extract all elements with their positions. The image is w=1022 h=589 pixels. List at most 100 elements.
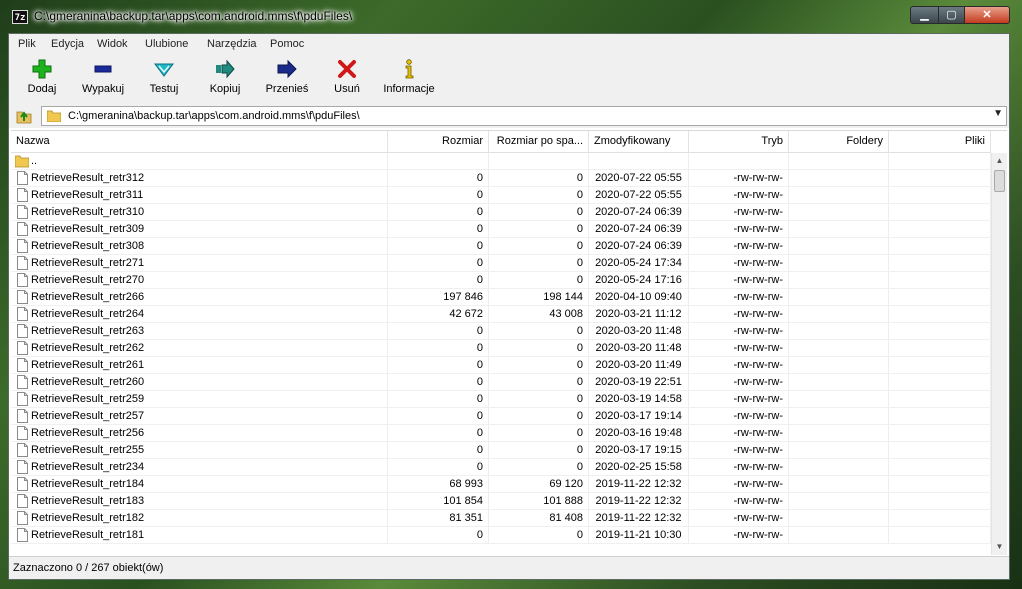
table-row[interactable]: RetrieveResult_retr271 0 0 2020-05-24 17:34… [11, 255, 991, 272]
menu-view[interactable]: Widok [97, 38, 128, 50]
file-modified: 2019-11-22 12:32 [589, 493, 689, 509]
table-row[interactable]: RetrieveResult_retr257 0 0 2020-03-17 19:14… [11, 408, 991, 425]
add-button[interactable]: Dodaj [17, 58, 67, 102]
file-icon [17, 307, 28, 321]
column-header-files[interactable]: Pliki [889, 131, 991, 152]
file-name: RetrieveResult_retr257 [31, 410, 145, 422]
column-header-folders[interactable]: Foldery [789, 131, 889, 152]
file-icon [17, 256, 28, 270]
file-files [889, 272, 991, 288]
file-files [889, 221, 991, 237]
file-files [889, 255, 991, 271]
move-arrow-icon [277, 59, 297, 79]
column-header-packed-size[interactable]: Rozmiar po spa... [489, 131, 589, 152]
file-name: RetrieveResult_retr263 [31, 325, 145, 337]
menu-favorites[interactable]: Ulubione [145, 38, 188, 50]
table-row[interactable]: RetrieveResult_retr310 0 0 2020-07-24 06:39… [11, 204, 991, 221]
move-button[interactable]: Przenieś [261, 58, 313, 102]
file-name: RetrieveResult_retr184 [31, 478, 145, 490]
file-icon [17, 443, 28, 457]
column-header-modified[interactable]: Zmodyfikowany [589, 131, 689, 152]
file-size: 0 [388, 374, 489, 390]
table-row[interactable]: RetrieveResult_retr255 0 0 2020-03-17 19:15… [11, 442, 991, 459]
scroll-down-arrow[interactable]: ▼ [992, 539, 1007, 555]
file-packed-size: 0 [489, 204, 589, 220]
file-files [889, 527, 991, 543]
minimize-button[interactable]: ▁ [910, 6, 939, 24]
info-button[interactable]: Informacje [379, 58, 439, 102]
chevron-down-icon[interactable]: ▼ [993, 108, 1003, 119]
table-row[interactable]: RetrieveResult_retr311 0 0 2020-07-22 05:55… [11, 187, 991, 204]
table-row[interactable]: RetrieveResult_retr309 0 0 2020-07-24 06:39… [11, 221, 991, 238]
file-name: RetrieveResult_retr262 [31, 342, 145, 354]
address-input[interactable]: C:\gmeranina\backup.tar\apps\com.android… [41, 106, 1007, 126]
title-bar[interactable]: 7z C:\gmeranina\backup.tar\apps\com.andr… [0, 0, 1022, 33]
file-size: 0 [388, 221, 489, 237]
table-row[interactable]: RetrieveResult_retr261 0 0 2020-03-20 11:49… [11, 357, 991, 374]
table-row[interactable]: RetrieveResult_retr308 0 0 2020-07-24 06:39… [11, 238, 991, 255]
table-row[interactable]: RetrieveResult_retr264 42 672 43 008 2020-0… [11, 306, 991, 323]
menu-file[interactable]: Plik [18, 38, 36, 50]
file-packed-size: 0 [489, 391, 589, 407]
table-row[interactable]: RetrieveResult_retr270 0 0 2020-05-24 17:16… [11, 272, 991, 289]
file-files [889, 408, 991, 424]
table-row[interactable]: RetrieveResult_retr262 0 0 2020-03-20 11:48… [11, 340, 991, 357]
column-header-attributes[interactable]: Tryb [689, 131, 789, 152]
up-folder-button[interactable] [15, 107, 33, 125]
file-modified: 2020-07-22 05:55 [589, 170, 689, 186]
file-size: 0 [388, 170, 489, 186]
table-row[interactable]: RetrieveResult_retr312 0 0 2020-07-22 05:55… [11, 170, 991, 187]
scroll-up-arrow[interactable]: ▲ [992, 153, 1007, 169]
file-packed-size: 0 [489, 272, 589, 288]
file-folders [789, 527, 889, 543]
file-name: RetrieveResult_retr182 [31, 512, 145, 524]
file-packed-size: 0 [489, 255, 589, 271]
table-row[interactable]: RetrieveResult_retr184 68 993 69 120 2019-1… [11, 476, 991, 493]
table-row[interactable]: RetrieveResult_retr181 0 0 2019-11-21 10:30… [11, 527, 991, 544]
file-name: RetrieveResult_retr271 [31, 257, 145, 269]
file-size: 0 [388, 408, 489, 424]
file-icon [17, 188, 28, 202]
file-size: 0 [388, 459, 489, 475]
menu-tools[interactable]: Narzędzia [207, 38, 257, 50]
test-button[interactable]: Testuj [139, 58, 189, 102]
vertical-scrollbar[interactable]: ▲ ▼ [991, 153, 1007, 555]
file-attributes: -rw-rw-rw- [689, 289, 789, 305]
table-row[interactable]: RetrieveResult_retr263 0 0 2020-03-20 11:48… [11, 323, 991, 340]
column-header-size[interactable]: Rozmiar [388, 131, 489, 152]
file-modified: 2020-03-21 11:12 [589, 306, 689, 322]
table-row[interactable]: RetrieveResult_retr260 0 0 2020-03-19 22:51… [11, 374, 991, 391]
file-modified: 2020-03-17 19:14 [589, 408, 689, 424]
file-packed-size: 0 [489, 425, 589, 441]
maximize-button[interactable]: ▢ [938, 6, 965, 24]
file-size: 0 [388, 323, 489, 339]
file-folders [789, 357, 889, 373]
scroll-thumb[interactable] [994, 170, 1005, 192]
table-row[interactable]: RetrieveResult_retr266 197 846 198 144 2020… [11, 289, 991, 306]
file-icon [17, 239, 28, 253]
delete-button[interactable]: Usuń [325, 58, 369, 102]
file-size: 68 993 [388, 476, 489, 492]
table-row[interactable]: RetrieveResult_retr256 0 0 2020-03-16 19:48… [11, 425, 991, 442]
close-button[interactable]: ✕ [964, 6, 1010, 24]
menu-help[interactable]: Pomoc [270, 38, 304, 50]
table-row[interactable]: RetrieveResult_retr182 81 351 81 408 2019-1… [11, 510, 991, 527]
menu-edit[interactable]: Edycja [51, 38, 84, 50]
file-icon [17, 375, 28, 389]
extract-button[interactable]: Wypakuj [75, 58, 131, 102]
file-modified: 2020-05-24 17:34 [589, 255, 689, 271]
file-packed-size: 0 [489, 170, 589, 186]
file-size: 0 [388, 391, 489, 407]
file-size: 0 [388, 425, 489, 441]
file-list[interactable]: Nazwa Rozmiar Rozmiar po spa... Zmodyfik… [11, 130, 1007, 555]
parent-folder-row[interactable]: .. [11, 153, 991, 170]
file-packed-size: 0 [489, 221, 589, 237]
file-modified: 2020-03-20 11:49 [589, 357, 689, 373]
copy-button[interactable]: Kopiuj [201, 58, 249, 102]
column-header-name[interactable]: Nazwa [11, 131, 388, 152]
table-row[interactable]: RetrieveResult_retr259 0 0 2020-03-19 14:58… [11, 391, 991, 408]
table-row[interactable]: RetrieveResult_retr183 101 854 101 888 2019… [11, 493, 991, 510]
file-name: RetrieveResult_retr310 [31, 206, 145, 218]
table-row[interactable]: RetrieveResult_retr234 0 0 2020-02-25 15:58… [11, 459, 991, 476]
file-attributes: -rw-rw-rw- [689, 340, 789, 356]
